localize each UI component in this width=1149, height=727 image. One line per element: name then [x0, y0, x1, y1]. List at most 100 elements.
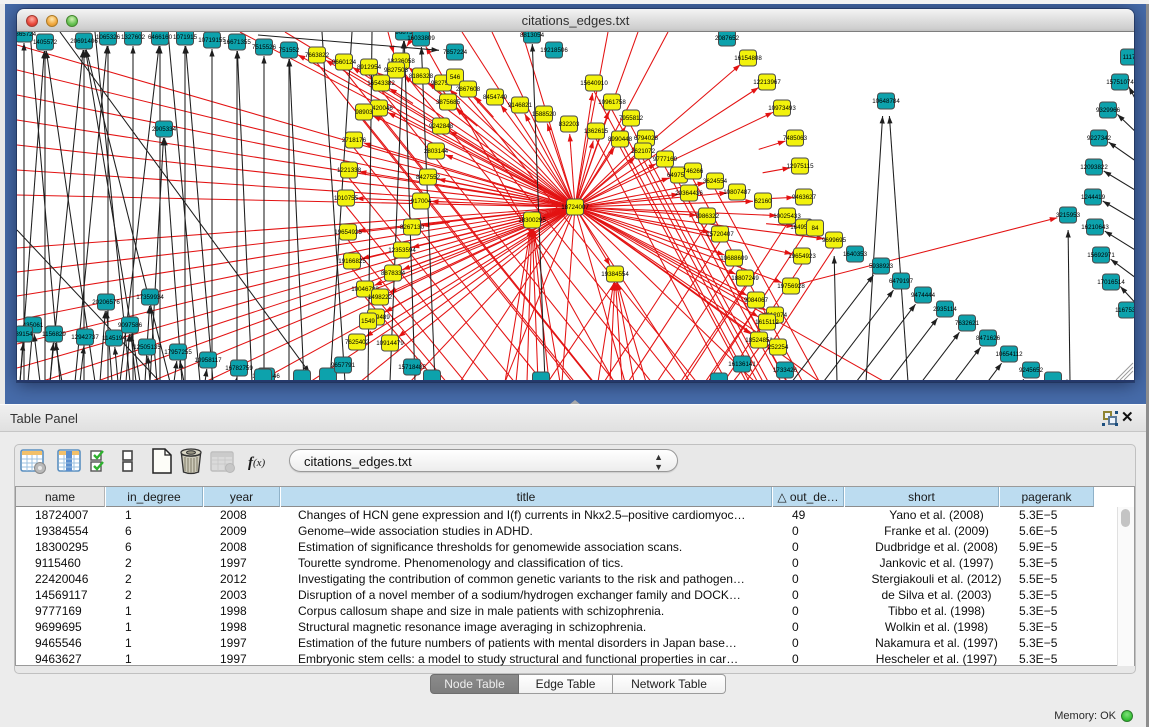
svg-text:20206576: 20206576 [92, 299, 120, 306]
svg-text:1065326: 1065326 [96, 34, 121, 41]
svg-text:19166825: 19166825 [338, 258, 366, 265]
svg-text:2803144: 2803144 [424, 148, 449, 155]
svg-text:19218506: 19218506 [540, 47, 568, 54]
svg-text:7857224: 7857224 [443, 49, 468, 56]
svg-text:15692971: 15692971 [1087, 252, 1115, 259]
svg-text:9242848: 9242848 [429, 123, 454, 130]
svg-text:7625402: 7625402 [345, 339, 370, 346]
svg-text:3215953: 3215953 [1056, 212, 1081, 219]
svg-text:1362615: 1362615 [584, 128, 609, 135]
svg-text:19384554: 19384554 [601, 271, 629, 278]
svg-text:98903: 98903 [355, 109, 373, 116]
svg-text:7632621: 7632621 [955, 320, 980, 327]
svg-text:252254: 252254 [768, 344, 789, 351]
svg-text:9660124: 9660124 [332, 59, 357, 66]
svg-text:9474444: 9474444 [911, 292, 936, 299]
svg-text:18807249: 18807249 [731, 275, 759, 282]
svg-text:3875685: 3875685 [436, 99, 461, 106]
svg-text:16136141: 16136141 [728, 361, 756, 368]
svg-text:3624554: 3624554 [703, 178, 728, 185]
svg-text:18300295: 18300295 [518, 217, 546, 224]
svg-text:7986322: 7986322 [695, 213, 720, 220]
svg-text:6794028: 6794028 [634, 135, 659, 142]
svg-text:1010755: 1010755 [334, 195, 359, 202]
svg-text:7485063: 7485063 [783, 135, 808, 142]
svg-text:17016514: 17016514 [1097, 279, 1125, 286]
svg-text:1549: 1549 [361, 318, 375, 325]
svg-text:15720407: 15720407 [706, 231, 734, 238]
svg-text:10807487: 10807487 [723, 189, 751, 196]
svg-text:39154: 39154 [17, 331, 33, 338]
svg-text:8990448: 8990448 [608, 136, 633, 143]
svg-text:2935114: 2935114 [933, 306, 957, 313]
svg-text:16671355: 16671355 [223, 39, 251, 46]
svg-text:16154808: 16154808 [734, 55, 762, 62]
svg-text:1498222: 1498222 [368, 294, 393, 301]
svg-text:9227342: 9227342 [1087, 135, 1112, 142]
svg-text:1615112: 1615112 [755, 319, 779, 326]
svg-text:8912954: 8912954 [357, 64, 382, 71]
svg-text:84: 84 [812, 225, 819, 232]
svg-text:5365724: 5365724 [17, 32, 37, 38]
svg-text:19654923: 19654923 [788, 253, 816, 260]
svg-text:16543382: 16543382 [367, 80, 395, 87]
svg-text:7515526: 7515526 [252, 44, 277, 51]
svg-text:19654925: 19654925 [334, 229, 362, 236]
svg-text:12213967: 12213967 [753, 79, 781, 86]
svg-text:10914479: 10914479 [376, 340, 404, 347]
svg-text:10648784: 10648784 [872, 98, 900, 105]
svg-text:15751074: 15751074 [1106, 79, 1134, 86]
svg-text:8427552: 8427552 [416, 174, 441, 181]
svg-text:7955812: 7955812 [619, 115, 644, 122]
svg-text:8813054: 8813054 [520, 32, 545, 39]
svg-text:9245652: 9245652 [1019, 367, 1044, 374]
svg-text:10654112: 10654112 [995, 351, 1023, 358]
svg-text:16782759: 16782759 [225, 365, 253, 372]
svg-text:62160: 62160 [754, 198, 772, 205]
svg-text:8471626: 8471626 [976, 335, 1001, 342]
svg-text:15640910: 15640910 [580, 80, 608, 87]
svg-text:20364436: 20364436 [675, 190, 703, 197]
svg-text:1405572: 1405572 [33, 39, 58, 46]
svg-text:546: 546 [450, 74, 461, 81]
svg-text:1640353: 1640353 [843, 251, 868, 258]
svg-text:1167534: 1167534 [1115, 307, 1134, 314]
svg-text:18724007: 18724007 [561, 204, 589, 211]
svg-text:1244419: 1244419 [1081, 194, 1106, 201]
svg-text:746266: 746266 [683, 168, 704, 175]
svg-text:9827503: 9827503 [384, 67, 409, 74]
svg-text:10688609: 10688609 [720, 255, 748, 262]
svg-text:9699695: 9699695 [822, 237, 847, 244]
svg-text:1117: 1117 [1123, 54, 1134, 61]
svg-text:8454749: 8454749 [483, 94, 508, 101]
svg-text:19756928: 19756928 [777, 283, 805, 290]
svg-text:1733426: 1733426 [773, 367, 798, 374]
svg-text:9329966: 9329966 [1096, 107, 1121, 114]
svg-text:20691406: 20691406 [70, 38, 98, 45]
svg-text:1621072: 1621072 [631, 148, 656, 155]
svg-text:9463627: 9463627 [792, 194, 817, 201]
svg-text:1145194: 1145194 [102, 335, 126, 342]
svg-text:12942737: 12942737 [71, 334, 99, 341]
svg-text:12353594: 12353594 [388, 247, 416, 254]
svg-text:1588520: 1588520 [532, 111, 557, 118]
svg-text:12975115: 12975115 [786, 163, 814, 170]
svg-text:917004: 917004 [411, 198, 432, 205]
svg-text:2867608: 2867608 [456, 86, 481, 93]
svg-text:16033809: 16033809 [407, 35, 435, 42]
svg-text:1156829: 1156829 [42, 331, 66, 338]
svg-text:2087652: 2087652 [715, 35, 740, 42]
svg-text:1221338: 1221338 [337, 167, 362, 174]
svg-text:10961758: 10961758 [598, 99, 626, 106]
svg-text:15718485: 15718485 [398, 364, 426, 371]
svg-text:16210643: 16210643 [1081, 224, 1109, 231]
svg-text:8267130: 8267130 [400, 224, 425, 231]
svg-text:5938923: 5938923 [869, 263, 894, 270]
svg-text:10719155: 10719155 [198, 37, 226, 44]
svg-text:9657791: 9657791 [331, 362, 356, 369]
svg-text:1327602: 1327602 [121, 34, 146, 41]
svg-text:9084067: 9084067 [744, 297, 769, 304]
svg-text:9097586: 9097586 [118, 322, 143, 329]
svg-text:832203: 832203 [559, 121, 580, 128]
svg-text:1071915: 1071915 [173, 34, 198, 41]
